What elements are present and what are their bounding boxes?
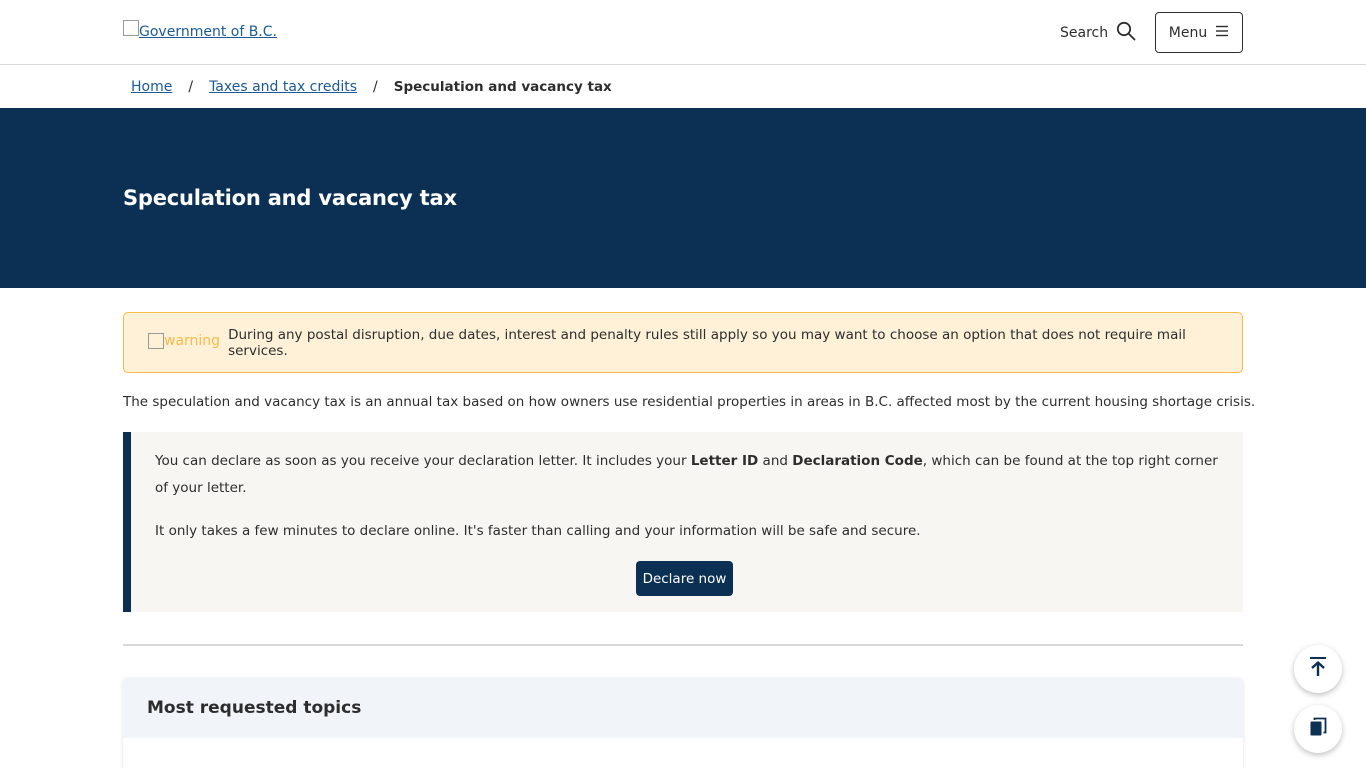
breadcrumb: Home / Taxes and tax credits / Speculati…: [131, 77, 612, 97]
search-button[interactable]: Search: [1060, 20, 1136, 46]
most-requested-topics: Most requested topics: [123, 678, 1243, 768]
section-divider: [123, 644, 1243, 646]
back-to-top-button[interactable]: [1294, 645, 1342, 693]
intro-paragraph: The speculation and vacancy tax is an an…: [123, 394, 1256, 410]
hamburger-icon: [1215, 25, 1229, 41]
breadcrumb-taxes-link[interactable]: Taxes and tax credits: [209, 79, 357, 95]
search-icon: [1116, 21, 1136, 45]
breadcrumb-separator: /: [373, 79, 378, 95]
broken-image-icon: [148, 332, 164, 349]
logo-alt-text: Government of B.C.: [139, 24, 277, 40]
declare-now-button[interactable]: Declare now: [636, 561, 733, 596]
warning-icon-alt: warning: [164, 332, 221, 349]
hero-banner: Speculation and vacancy tax: [0, 108, 1366, 288]
copy-icon: [1309, 717, 1327, 741]
menu-label: Menu: [1168, 24, 1208, 41]
broken-image-icon: [123, 20, 139, 36]
warning-text: During any postal disruption, due dates,…: [228, 326, 1186, 359]
breadcrumb-current: Speculation and vacancy tax: [393, 79, 612, 95]
warning-icon: warning: [148, 332, 221, 349]
callout-text: and: [758, 453, 793, 469]
site-header: Government of B.C. Search Menu: [0, 0, 1366, 65]
copy-link-button[interactable]: [1294, 705, 1342, 753]
letter-id-label: Letter ID: [690, 453, 759, 469]
gov-bc-logo-link[interactable]: Government of B.C.: [123, 20, 277, 40]
page-title: Speculation and vacancy tax: [123, 186, 457, 210]
postal-warning-alert: warning During any postal disruption, du…: [123, 312, 1243, 373]
breadcrumb-separator: /: [188, 79, 194, 95]
declare-callout: You can declare as soon as you receive y…: [123, 432, 1243, 612]
breadcrumb-home-link[interactable]: Home: [131, 79, 172, 95]
topics-links: [123, 738, 1243, 768]
menu-button[interactable]: Menu: [1155, 12, 1243, 53]
arrow-up-icon: [1308, 656, 1328, 682]
callout-paragraph-2: It only takes a few minutes to declare o…: [155, 523, 921, 539]
callout-text: You can declare as soon as you receive y…: [155, 453, 691, 469]
callout-paragraph-1: You can declare as soon as you receive y…: [155, 448, 1225, 502]
topics-heading: Most requested topics: [123, 678, 1243, 738]
search-label: Search: [1060, 25, 1109, 41]
declaration-code-label: Declaration Code: [792, 453, 923, 469]
